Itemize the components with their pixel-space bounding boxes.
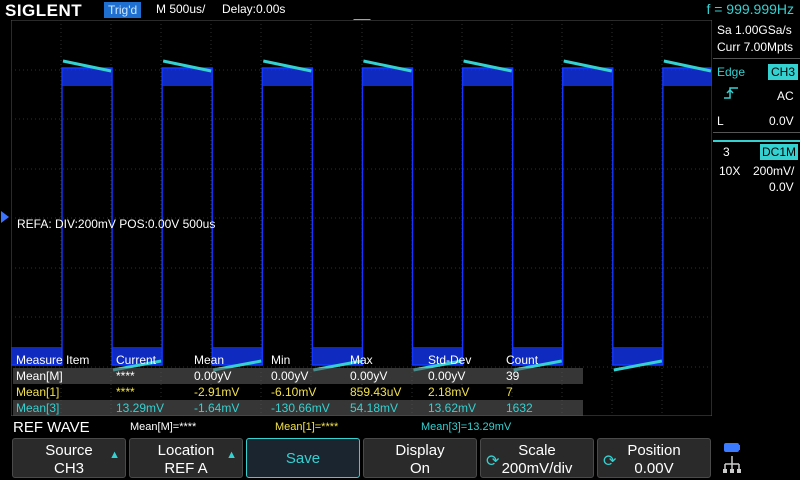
column-header: Count	[506, 353, 539, 367]
scale-softkey[interactable]: ⟳ Scale 200mV/div	[480, 438, 594, 478]
position-softkey[interactable]: ⟳ Position 0.00V	[597, 438, 711, 478]
arrow-up-icon: ▲	[109, 449, 120, 461]
level-value: 0.0V	[769, 114, 794, 128]
stddev-value: 0.00yV	[428, 369, 466, 383]
location-softkey[interactable]: Location REF A ▲	[129, 438, 243, 478]
stddev-value: 2.18mV	[428, 385, 470, 399]
mean-value: -2.91mV	[194, 385, 240, 399]
column-header: Std-Dev	[428, 353, 472, 367]
table-row: Mean[M] **** 0.00yV 0.00yV 0.00yV 0.00yV…	[13, 368, 583, 384]
channel-number: 3	[723, 145, 730, 159]
status-mean-m: Mean[M]=****	[130, 421, 197, 433]
current-value: ****	[116, 369, 135, 383]
current-value: ****	[116, 385, 135, 399]
mean-value: 0.00yV	[194, 369, 232, 383]
status-mean-3: Mean[3]=13.29mV	[421, 421, 512, 433]
max-value: 54.18mV	[350, 401, 399, 415]
rotary-knob-icon: ⟳	[486, 453, 500, 470]
top-bar: SIGLENT Trig'd M 500us/ Delay:0.00s f = …	[0, 0, 800, 20]
count-value: 1632	[506, 401, 533, 415]
current-value: 13.29mV	[116, 401, 165, 415]
status-bar: REF WAVE Mean[M]=**** Mean[1]=**** Mean[…	[0, 419, 800, 437]
measure-item: Mean[1]	[16, 385, 60, 399]
trigger-status-badge: Trig'd	[104, 2, 142, 18]
volts-per-div: 200mV/	[753, 164, 795, 178]
channel-3-panel[interactable]: 3 DC1M 10X 200mV/ 0.0V	[713, 140, 800, 214]
save-softkey[interactable]: Save	[246, 438, 360, 478]
min-value: -130.66mV	[271, 401, 330, 415]
ref-position-arrow-icon	[1, 211, 9, 223]
column-header: Measure Item	[16, 353, 90, 367]
channel-offset: 0.0V	[769, 180, 794, 194]
trigger-source-badge: CH3	[768, 64, 798, 80]
table-row: Mean[3] 13.29mV -1.64mV -130.66mV 54.18m…	[13, 400, 583, 416]
memory-depth: Curr 7.00Mpts	[717, 40, 794, 54]
level-label: L	[717, 114, 724, 128]
softkey-value: CH3	[53, 460, 84, 477]
arrow-up-icon: ▲	[226, 449, 237, 461]
column-header: Max	[350, 353, 373, 367]
ref-info-label: REFA: DIV:200mV POS:0.00V 500us	[17, 217, 216, 231]
delay-readout: Delay:0.00s	[222, 2, 286, 16]
table-row: Mean[1] **** -2.91mV -6.10mV 859.43uV 2.…	[13, 384, 583, 400]
right-info-panel: Sa 1.00GSa/s Curr 7.00Mpts Edge CH3 AC L…	[713, 20, 800, 420]
softkey-value: On	[409, 460, 430, 477]
probe-attenuation: 10X	[719, 164, 741, 178]
menu-title: REF WAVE	[13, 419, 90, 436]
measurement-statistics-table: Measure Item Current Mean Min Max Std-De…	[13, 352, 583, 416]
rising-edge-icon	[724, 87, 738, 99]
channel-coupling-badge: DC1M	[760, 144, 798, 160]
usb-network-icon	[723, 443, 741, 473]
table-header-row: Measure Item Current Mean Min Max Std-De…	[13, 352, 583, 368]
divider	[713, 132, 800, 133]
count-value: 39	[506, 369, 520, 383]
softkey-bar: Source CH3 ▲ Location REF A ▲ Save Displ…	[0, 438, 800, 480]
timebase-readout: M 500us/	[156, 2, 206, 16]
column-header: Min	[271, 353, 291, 367]
softkey-value: REF A	[164, 460, 208, 477]
column-header: Mean	[194, 353, 225, 367]
softkey-label: Display	[395, 442, 445, 459]
source-softkey[interactable]: Source CH3 ▲	[12, 438, 126, 478]
measure-item: Mean[M]	[16, 369, 63, 383]
mean-value: -1.64mV	[194, 401, 240, 415]
column-header: Current	[116, 353, 157, 367]
softkey-label: Save	[285, 450, 321, 467]
min-value: 0.00yV	[271, 369, 309, 383]
brand-logo: SIGLENT	[5, 1, 83, 20]
frequency-readout: f = 999.999Hz	[706, 1, 794, 17]
sample-rate: Sa 1.00GSa/s	[717, 23, 792, 37]
max-value: 0.00yV	[350, 369, 388, 383]
trigger-coupling: AC	[777, 89, 794, 103]
measure-item: Mean[3]	[16, 401, 60, 415]
divider	[713, 58, 800, 59]
display-softkey[interactable]: Display On	[363, 438, 477, 478]
rotary-knob-icon: ⟳	[603, 453, 617, 470]
count-value: 7	[506, 385, 513, 399]
max-value: 859.43uV	[350, 385, 402, 399]
status-mean-1: Mean[1]=****	[275, 421, 339, 433]
min-value: -6.10mV	[271, 385, 317, 399]
stddev-value: 13.62mV	[428, 401, 477, 415]
trigger-type: Edge	[717, 65, 746, 79]
